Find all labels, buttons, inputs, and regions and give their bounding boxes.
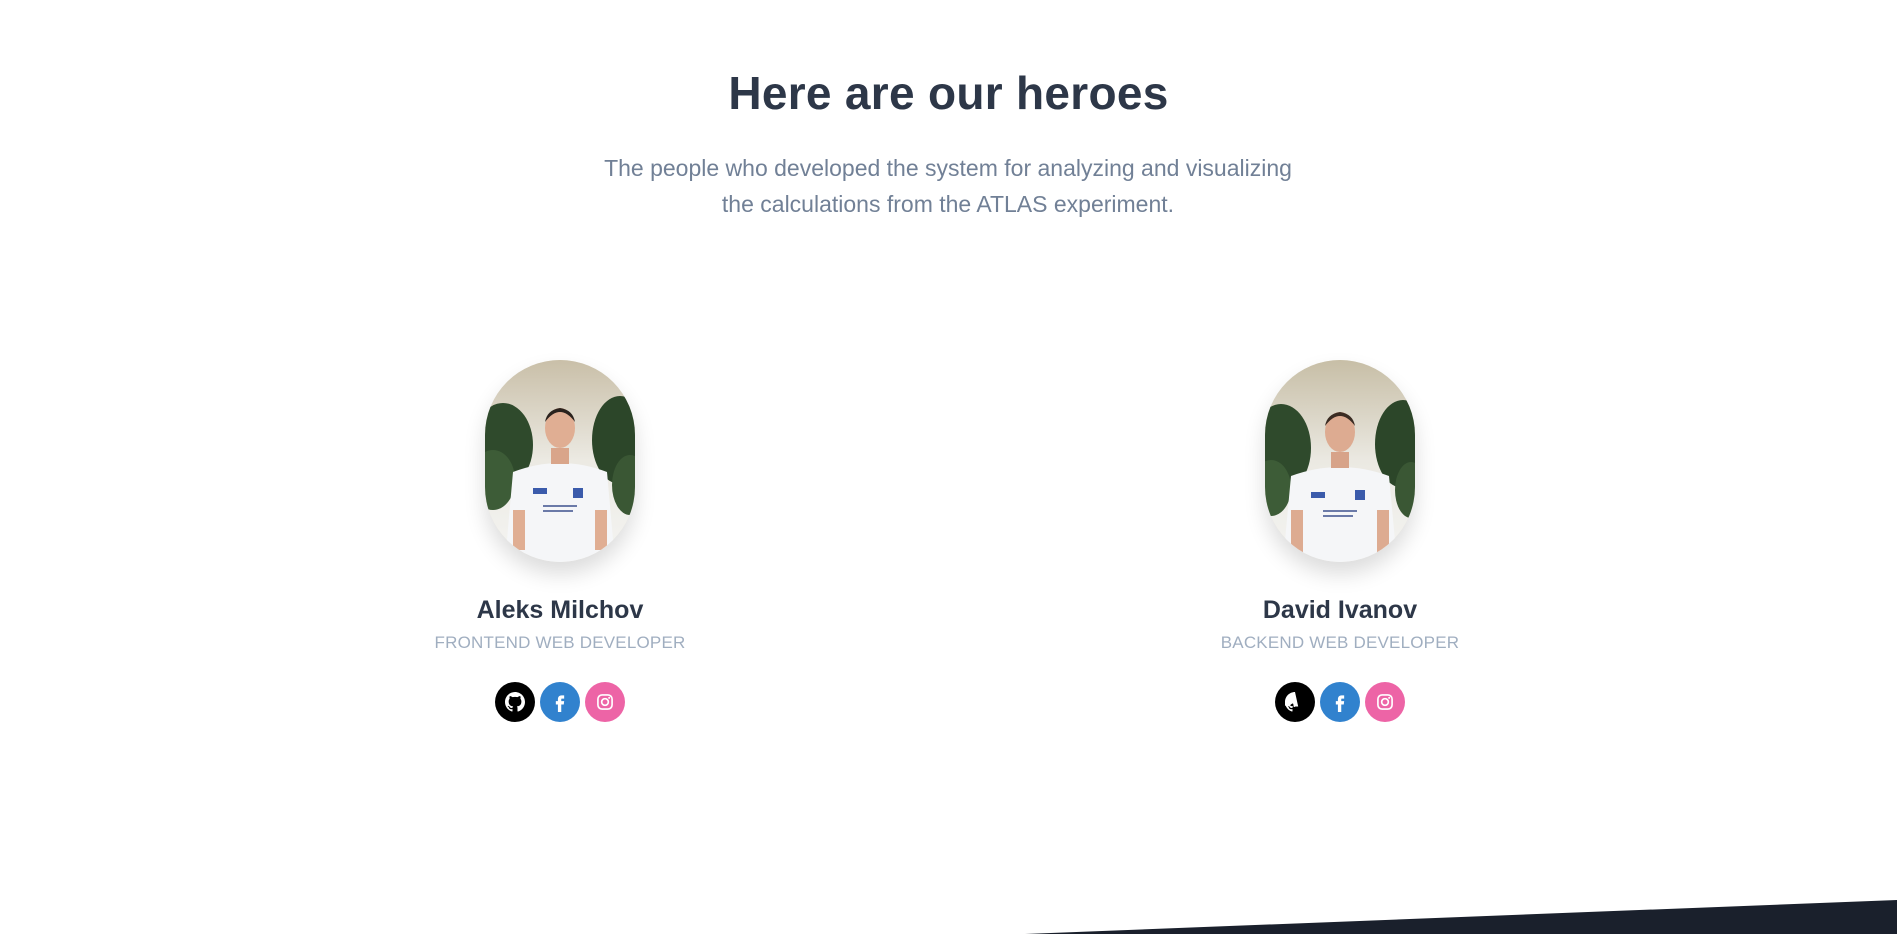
team-member-card: David Ivanov Backend Web Developer: [1140, 360, 1540, 722]
github-icon: [505, 692, 525, 712]
section-title: Here are our heroes: [728, 67, 1169, 119]
social-links: [1140, 682, 1540, 722]
social-links: [360, 682, 760, 722]
instagram-button[interactable]: [1365, 682, 1405, 722]
instagram-icon: [597, 694, 613, 710]
facebook-icon: [1335, 695, 1345, 712]
member-name: Aleks Milchov: [476, 596, 644, 624]
github-button[interactable]: [1275, 682, 1315, 722]
section-description: The people who developed the system for …: [604, 155, 1292, 217]
member-role: Frontend Web Developer: [434, 633, 686, 652]
page: Here are our heroes The people who devel…: [0, 0, 1897, 934]
team-member-card: Aleks Milchov Frontend Web Developer: [360, 360, 760, 722]
instagram-button[interactable]: [585, 682, 625, 722]
avatar: [485, 360, 635, 562]
github-button[interactable]: [495, 682, 535, 722]
facebook-button[interactable]: [1320, 682, 1360, 722]
footer-divider: [1025, 900, 1897, 934]
member-name: David Ivanov: [1262, 596, 1418, 624]
avatar: [1265, 360, 1415, 562]
facebook-icon: [555, 695, 565, 712]
github-icon: [1285, 692, 1299, 712]
facebook-button[interactable]: [540, 682, 580, 722]
member-role: Backend Web Developer: [1220, 633, 1460, 652]
instagram-icon: [1377, 694, 1393, 710]
